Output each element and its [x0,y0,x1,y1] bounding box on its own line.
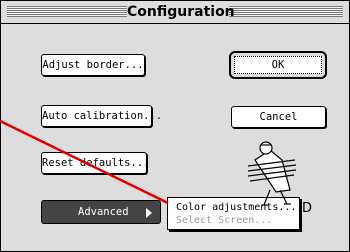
scanner-figure-icon [247,141,297,206]
overlay-graphics [0,119,297,206]
annotation-line [0,119,169,205]
